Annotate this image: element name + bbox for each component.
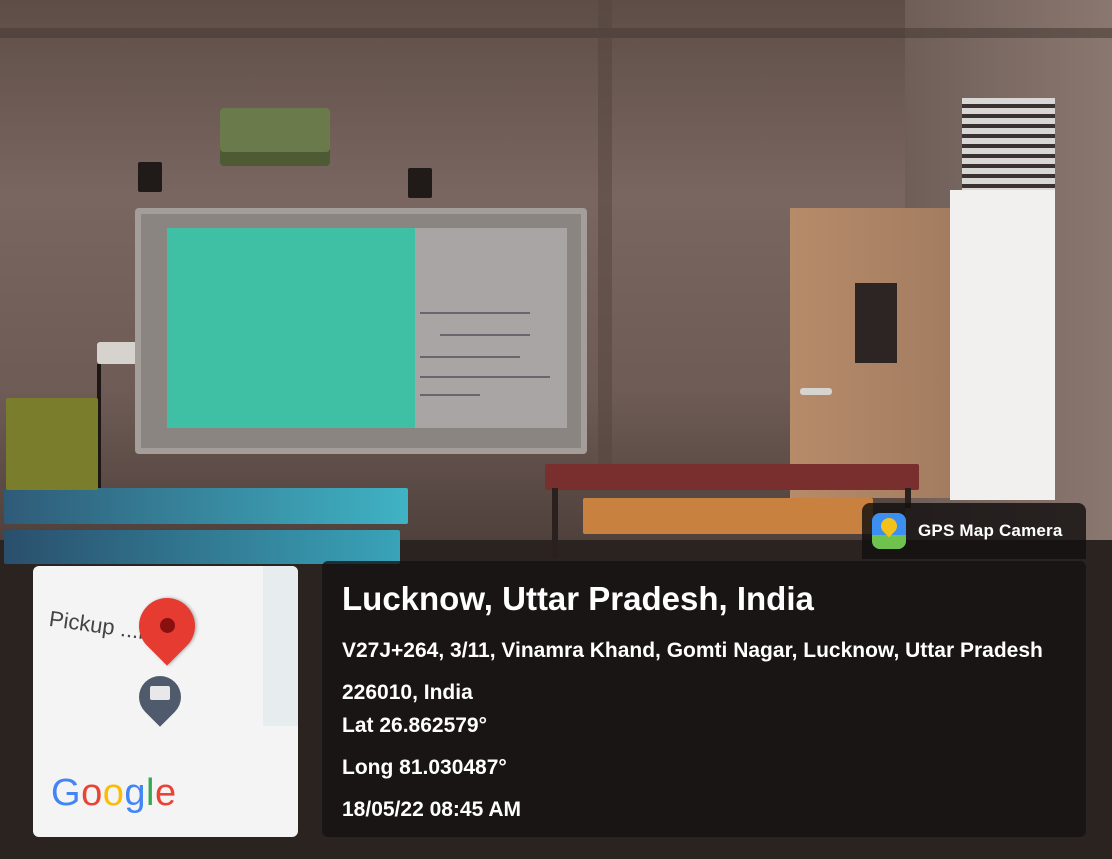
photo-frame: GPS Map Camera Lucknow, Uttar Pradesh, I…	[0, 0, 1112, 859]
board-writing	[420, 376, 550, 378]
door-handle	[800, 388, 832, 395]
longitude: Long 81.030487°	[342, 756, 507, 779]
board-writing	[420, 394, 480, 396]
map-pin-dot	[160, 618, 175, 633]
board-writing	[420, 356, 520, 358]
location-title: Lucknow, Uttar Pradesh, India	[342, 580, 814, 617]
window-grille	[962, 98, 1055, 198]
google-letter: e	[154, 772, 177, 814]
bench	[583, 498, 873, 534]
board-writing	[420, 312, 530, 314]
timestamp: 18/05/22 08:45 AM	[342, 798, 522, 821]
gps-badge-label: GPS Map Camera	[918, 521, 1063, 540]
google-logo: Google	[51, 772, 177, 815]
map-thumbnail: Pickup ...rd Google	[33, 566, 298, 837]
speaker-left	[138, 162, 162, 192]
bench	[4, 530, 400, 564]
wall-pillar	[598, 0, 612, 470]
bench	[4, 488, 408, 524]
gps-map-camera-icon	[872, 513, 906, 549]
location-address: V27J+264, 3/11, Vinamra Khand, Gomti Nag…	[342, 639, 1043, 704]
bench-leg	[552, 488, 558, 558]
google-letter: G	[51, 772, 82, 814]
switch-board	[97, 342, 139, 364]
board-writing	[440, 334, 530, 336]
latitude: Lat 26.862579°	[342, 714, 488, 737]
google-letter: o	[102, 772, 125, 814]
cabinet	[6, 398, 98, 490]
door-window	[855, 283, 897, 363]
whiteboard	[415, 228, 567, 428]
bench	[545, 464, 919, 490]
speaker-right	[408, 168, 432, 198]
google-letter: g	[124, 772, 146, 814]
projection-screen	[167, 228, 415, 428]
projector	[220, 108, 330, 166]
ceiling-beam	[0, 28, 1112, 38]
open-doorway	[950, 190, 1055, 500]
gps-map-camera-badge: GPS Map Camera	[862, 503, 1086, 559]
place-marker-face	[150, 686, 170, 700]
google-letter: l	[145, 772, 155, 814]
google-letter: o	[81, 772, 103, 814]
map-road	[263, 566, 298, 726]
